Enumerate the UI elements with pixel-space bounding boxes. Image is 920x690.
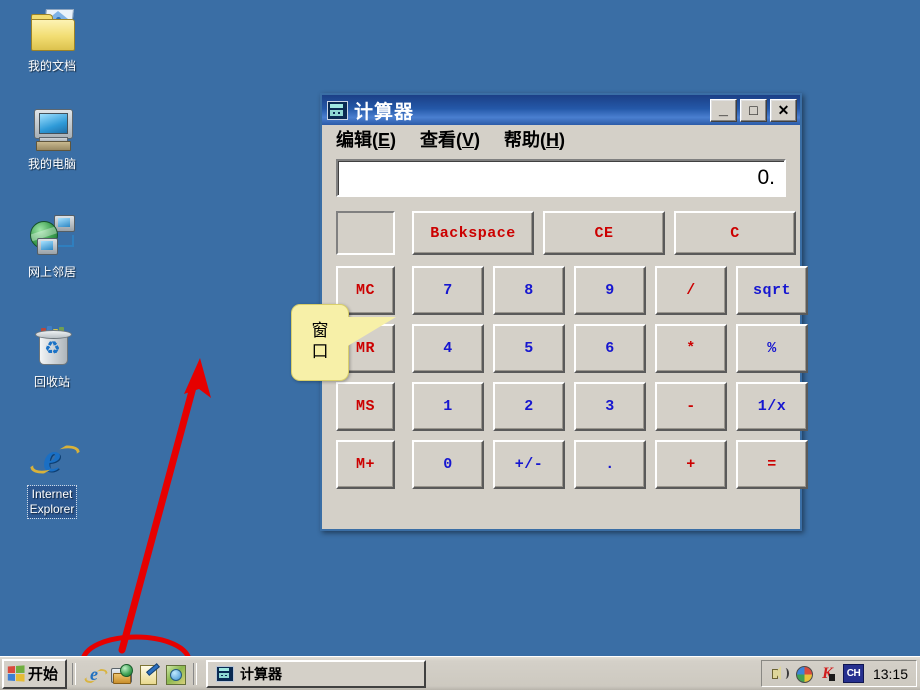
taskbar-separator-1 bbox=[72, 662, 77, 685]
menu-view-label: 查看 bbox=[420, 130, 457, 150]
memory-add-button[interactable]: M+ bbox=[336, 440, 395, 489]
system-tray[interactable]: K CH 13:15 bbox=[760, 660, 917, 687]
taskbar-clock[interactable]: 13:15 bbox=[873, 666, 908, 682]
keypad-row-3: MS 1 2 3 - 1/x bbox=[336, 382, 808, 431]
keypad-row-2: MR 4 5 6 * % bbox=[336, 324, 808, 373]
start-button-label: 开始 bbox=[28, 666, 59, 683]
callout-text-line1: 窗 bbox=[311, 321, 329, 340]
menu-help-label: 帮助 bbox=[504, 130, 541, 150]
close-button[interactable]: ✕ bbox=[770, 98, 797, 122]
menu-help-accel: H bbox=[546, 130, 560, 150]
keypad-row-4: M+ 0 +/- . + = bbox=[336, 440, 808, 489]
window-controls: _ □ ✕ bbox=[710, 98, 797, 122]
memory-indicator bbox=[336, 211, 395, 255]
function-row: Backspace CE C bbox=[336, 211, 796, 255]
sign-toggle-button[interactable]: +/- bbox=[493, 440, 565, 489]
desktop-icon-label: 回收站 bbox=[33, 375, 70, 389]
digit-5-button[interactable]: 5 bbox=[493, 324, 565, 373]
windows-logo-icon bbox=[7, 665, 25, 682]
menu-bar: 编辑(E) 查看(V) 帮助(H) bbox=[322, 125, 800, 153]
minimize-button[interactable]: _ bbox=[710, 98, 737, 122]
calculator-icon bbox=[216, 665, 235, 682]
decimal-point-button[interactable]: . bbox=[574, 440, 646, 489]
digit-1-button[interactable]: 1 bbox=[412, 382, 484, 431]
network-globe-icon[interactable] bbox=[795, 665, 813, 683]
digit-2-button[interactable]: 2 bbox=[493, 382, 565, 431]
percent-button[interactable]: % bbox=[736, 324, 808, 373]
digit-8-button[interactable]: 8 bbox=[493, 266, 565, 315]
ie-label-line1: Internet bbox=[31, 487, 73, 501]
desktop-icon-my-documents[interactable]: 我的文档 bbox=[6, 6, 98, 74]
clear-button[interactable]: C bbox=[674, 211, 796, 255]
menu-view-accel: V bbox=[462, 130, 475, 150]
desktop-icon-recycle-bin[interactable]: ♻ 回收站 bbox=[6, 322, 98, 390]
backspace-button[interactable]: Backspace bbox=[412, 211, 534, 255]
notepad-icon[interactable] bbox=[138, 662, 160, 685]
maximize-icon: □ bbox=[749, 102, 758, 118]
minimize-icon: _ bbox=[719, 100, 728, 118]
media-player-icon[interactable] bbox=[165, 664, 187, 685]
maximize-button[interactable]: □ bbox=[740, 98, 767, 122]
quick-launch-bar[interactable]: e bbox=[81, 662, 188, 685]
desktop-icon-label: 我的文档 bbox=[27, 59, 76, 73]
keypad-row-1: MC 7 8 9 / sqrt bbox=[336, 266, 808, 315]
my-computer-icon bbox=[28, 104, 76, 152]
start-button[interactable]: 开始 bbox=[2, 658, 68, 689]
menu-edit-accel: E bbox=[378, 130, 391, 150]
task-button-area: 计算器 bbox=[202, 659, 761, 688]
digit-7-button[interactable]: 7 bbox=[412, 266, 484, 315]
menu-view[interactable]: 查看(V) bbox=[420, 126, 480, 152]
divide-button[interactable]: / bbox=[655, 266, 727, 315]
calculator-window[interactable]: 计算器 _ □ ✕ 编辑(E) 查看(V) 帮助(H) 0. Backspace… bbox=[320, 93, 808, 531]
add-button[interactable]: + bbox=[655, 440, 727, 489]
subtract-button[interactable]: - bbox=[655, 382, 727, 431]
digit-4-button[interactable]: 4 bbox=[412, 324, 484, 373]
close-icon: ✕ bbox=[777, 102, 790, 118]
ie-label-line2: Explorer bbox=[29, 502, 75, 516]
show-desktop-icon[interactable] bbox=[111, 663, 134, 684]
internet-explorer-icon[interactable]: e bbox=[84, 664, 104, 684]
digit-0-button[interactable]: 0 bbox=[412, 440, 484, 489]
desktop-icon-label: Internet Explorer bbox=[26, 485, 78, 519]
desktop-icon-network-places[interactable]: 网上邻居 bbox=[6, 212, 98, 280]
callout-text-line2: 口 bbox=[311, 342, 329, 361]
screen: 我的文档 我的电脑 网上邻居 ♻ 回收站 e Internet Explorer… bbox=[0, 0, 920, 690]
clear-entry-button[interactable]: CE bbox=[543, 211, 665, 255]
menu-edit[interactable]: 编辑(E) bbox=[336, 126, 396, 152]
desktop-icon-label: 网上邻居 bbox=[27, 265, 76, 279]
desktop-icon-my-computer[interactable]: 我的电脑 bbox=[6, 104, 98, 172]
memory-store-button[interactable]: MS bbox=[336, 382, 395, 431]
callout-tail bbox=[346, 317, 396, 347]
sqrt-button[interactable]: sqrt bbox=[736, 266, 808, 315]
internet-explorer-icon: e bbox=[28, 434, 76, 482]
menu-help[interactable]: 帮助(H) bbox=[504, 126, 565, 152]
equals-button[interactable]: = bbox=[736, 440, 808, 489]
network-places-icon bbox=[28, 212, 76, 260]
digit-9-button[interactable]: 9 bbox=[574, 266, 646, 315]
volume-icon[interactable] bbox=[771, 665, 789, 682]
multiply-button[interactable]: * bbox=[655, 324, 727, 373]
taskbar-separator-2 bbox=[193, 662, 198, 685]
calculator-display[interactable]: 0. bbox=[336, 159, 786, 197]
desktop-icon-internet-explorer[interactable]: e Internet Explorer bbox=[6, 434, 98, 519]
calculator-icon bbox=[327, 100, 348, 120]
task-button-calculator[interactable]: 计算器 bbox=[206, 659, 427, 688]
folder-documents-icon bbox=[28, 6, 76, 54]
callout-window-label: 窗 口 bbox=[291, 304, 396, 381]
calculator-titlebar[interactable]: 计算器 _ □ ✕ bbox=[322, 95, 800, 125]
menu-edit-label: 编辑 bbox=[336, 130, 372, 150]
kaspersky-icon[interactable]: K bbox=[819, 665, 836, 682]
desktop-icon-label: 我的电脑 bbox=[27, 157, 76, 171]
ime-indicator[interactable]: CH bbox=[842, 664, 864, 683]
window-title: 计算器 bbox=[354, 101, 415, 123]
recycle-bin-icon: ♻ bbox=[28, 322, 76, 370]
digit-6-button[interactable]: 6 bbox=[574, 324, 646, 373]
digit-3-button[interactable]: 3 bbox=[574, 382, 646, 431]
task-button-label: 计算器 bbox=[240, 665, 283, 682]
reciprocal-button[interactable]: 1/x bbox=[736, 382, 808, 431]
taskbar[interactable]: 开始 e 计算器 K CH 13:15 bbox=[0, 656, 920, 690]
